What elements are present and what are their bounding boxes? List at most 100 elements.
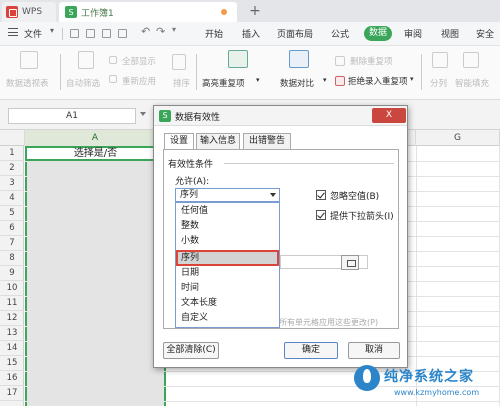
tab-error-alert[interactable]: 出错警告 [243,133,291,149]
row-header[interactable]: 2 [0,161,24,176]
row-header[interactable]: 13 [0,326,24,341]
row-header[interactable]: 3 [0,176,24,191]
watermark-logo-icon [354,365,380,391]
new-tab-button[interactable]: + [248,3,262,19]
menu-formula[interactable]: 公式 [331,27,349,40]
spreadsheet-icon: S [65,6,77,18]
split-columns-button[interactable]: 分列 [430,77,447,89]
sort-icon [172,54,186,70]
chevron-down-icon[interactable]: ▾ [410,75,414,83]
tab-settings[interactable]: 设置 [164,133,194,150]
menu-security[interactable]: 安全 [476,27,494,40]
data-compare-button[interactable]: 数据对比 [280,77,314,89]
smart-fill-button[interactable]: 智能填充 [455,77,489,89]
menu-home[interactable]: 开始 [205,27,223,40]
option-text-length[interactable]: 文本长度 [176,296,279,311]
print-preview-icon[interactable] [118,29,127,38]
highlight-duplicates-icon [228,50,248,68]
sort-button[interactable]: 排序 [173,77,190,89]
watermark-title: 纯净系统之家 [384,369,474,385]
pivot-table-icon [20,51,38,69]
ignore-blank-label[interactable]: 忽略空值(B) [330,189,379,202]
chevron-down-icon[interactable]: ▾ [256,76,260,84]
tab-input-message[interactable]: 输入信息 [196,133,240,149]
highlight-duplicates-button[interactable]: 高亮重复项 [202,77,245,89]
cell-a1[interactable]: 选择是/否 [25,146,166,161]
cancel-button[interactable]: 取消 [348,342,400,359]
option-custom[interactable]: 自定义 [176,311,279,326]
row-header[interactable]: 5 [0,206,24,221]
row-header[interactable]: 15 [0,356,24,371]
menu-page-layout[interactable]: 页面布局 [277,27,313,40]
option-date[interactable]: 日期 [176,266,279,281]
row-header[interactable]: 11 [0,296,24,311]
chevron-down-icon[interactable]: ▾ [323,76,327,84]
row-header[interactable]: 8 [0,251,24,266]
menu-review[interactable]: 审阅 [404,27,422,40]
row-header[interactable]: 4 [0,191,24,206]
dialog-title-bar[interactable]: S 数据有效性 X [154,106,407,126]
select-all-corner[interactable] [0,130,25,146]
row-header[interactable]: 17 [0,386,24,401]
selected-column-a[interactable] [25,146,166,406]
ignore-blank-checkbox[interactable] [316,190,326,200]
close-button[interactable]: X [372,108,406,123]
pivot-table-button[interactable]: 数据透视表 [6,77,49,89]
reject-duplicates-button[interactable]: 拒绝录入重复项 [348,75,408,87]
print-icon[interactable] [102,29,111,38]
show-all-button[interactable]: 全部显示 [122,55,156,67]
option-time[interactable]: 时间 [176,281,279,296]
ok-button[interactable]: 确定 [284,342,338,359]
range-select-button[interactable] [341,255,359,270]
chevron-down-icon[interactable]: ▾ [172,25,176,34]
option-sequence[interactable]: 序列 [176,250,279,266]
option-any-value[interactable]: 任何值 [176,204,279,219]
chevron-down-icon[interactable]: ▾ [50,26,54,35]
menu-insert[interactable]: 插入 [242,27,260,40]
dropdown-arrow-checkbox[interactable] [316,210,326,220]
allow-select[interactable]: 序列 [175,188,280,202]
clear-all-button[interactable]: 全部清除(C) [163,342,219,359]
column-header-g[interactable]: G [416,130,500,146]
hamburger-icon[interactable] [8,28,18,36]
reapply-icon [109,75,117,83]
column-header-a[interactable]: A [25,130,166,146]
option-integer[interactable]: 整数 [176,219,279,234]
redo-icon[interactable]: ↷ [156,25,165,38]
chevron-down-icon[interactable] [270,193,276,197]
name-box[interactable]: A1 [8,108,136,124]
show-all-icon [109,56,117,64]
tab-workbook[interactable]: S 工作簿1 [59,2,237,22]
row-header[interactable]: 10 [0,281,24,296]
separator [421,54,422,90]
dialog-title: 数据有效性 [175,113,221,123]
row-header[interactable]: 14 [0,341,24,356]
menu-view[interactable]: 视图 [441,27,459,40]
save-icon[interactable] [86,29,95,38]
apply-all-checkbox-label[interactable]: 所有单元格应用这些更改(P) [279,317,378,328]
undo-icon[interactable]: ↶ [141,25,150,38]
auto-filter-button[interactable]: 自动筛选 [66,77,100,89]
remove-duplicates-button[interactable]: 删除重复项 [350,55,393,67]
option-decimal[interactable]: 小数 [176,234,279,249]
gridline [25,386,500,387]
row-header[interactable]: 7 [0,236,24,251]
tab-wps-home[interactable]: WPS [2,2,56,22]
row-header[interactable]: 1 [0,146,24,161]
tab-wps-label: WPS [22,7,43,17]
menu-file[interactable]: 文件 [24,27,42,40]
row-header[interactable]: 16 [0,371,24,386]
row-header[interactable]: 6 [0,221,24,236]
row-header-bar: 1 2 3 4 5 6 7 8 9 10 11 12 13 14 15 16 1… [0,146,24,406]
menu-data[interactable]: 数据 [364,26,392,41]
chevron-down-icon[interactable] [140,112,146,116]
separator [62,28,63,40]
row-header[interactable]: 12 [0,311,24,326]
reapply-button[interactable]: 重新应用 [122,75,156,87]
wps-logo-icon [6,6,18,18]
tab-workbook-label: 工作簿1 [81,8,114,19]
dropdown-arrow-label[interactable]: 提供下拉箭头(I) [330,209,394,222]
folder-icon[interactable] [70,29,79,38]
row-header[interactable]: 9 [0,266,24,281]
divider [224,163,394,164]
